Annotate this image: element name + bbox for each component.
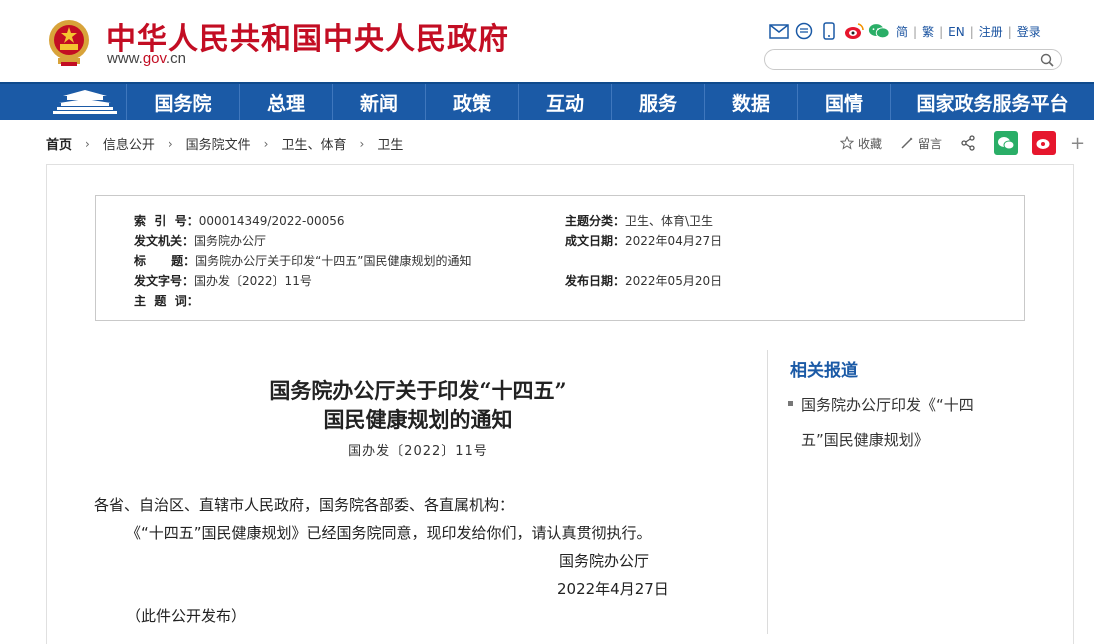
- chevron-right-icon: ›: [85, 136, 90, 151]
- lang-english-link[interactable]: EN: [948, 25, 965, 39]
- share-weibo-button[interactable]: [1032, 131, 1057, 155]
- article-publication-note: （此件公开发布）: [126, 607, 247, 625]
- star-icon: [840, 136, 854, 150]
- login-link[interactable]: 登录: [1017, 23, 1041, 40]
- weibo-icon: [1036, 139, 1050, 149]
- meta-date-value: 2022年04月27日: [625, 234, 723, 248]
- search-input[interactable]: [764, 49, 1062, 70]
- article-salutation: 各省、自治区、直辖市人民政府，国务院各部委、各直属机构：: [94, 496, 515, 514]
- meta-title-label: 标 题：: [134, 254, 196, 268]
- nav-item-state-council[interactable]: 国务院: [126, 84, 239, 120]
- share-button[interactable]: [960, 135, 980, 151]
- nav-item-interaction[interactable]: 互动: [518, 84, 611, 120]
- nav-item-news[interactable]: 新闻: [332, 84, 425, 120]
- article-body: 《“十四五”国民健康规划》已经国务院同意，现印发给你们，请认真贯彻执行。: [126, 524, 652, 542]
- meta-topic-label: 主题分类：: [565, 214, 626, 228]
- breadcrumb-home[interactable]: 首页: [46, 134, 72, 153]
- lang-traditional-link[interactable]: 繁: [922, 23, 934, 40]
- mail-icon[interactable]: [768, 21, 790, 41]
- meta-docno-label: 发文字号：: [134, 274, 195, 288]
- tiananmen-icon: [53, 90, 117, 114]
- nav-home-button[interactable]: [44, 84, 126, 120]
- related-item-line-1: 国务院办公厅印发《“十四: [788, 388, 1008, 423]
- mobile-icon[interactable]: [818, 21, 840, 41]
- nav-item-policy[interactable]: 政策: [425, 84, 518, 120]
- nav-items: 国务院 总理 新闻 政策 互动 服务 数据 国情 国家政务服务平台: [126, 84, 1094, 120]
- related-divider: [767, 350, 768, 634]
- breadcrumb-state-council-docs[interactable]: 国务院文件: [186, 134, 251, 153]
- breadcrumb-info-public[interactable]: 信息公开: [103, 134, 155, 153]
- meta-title-row: 标 题： 国务院办公厅关于印发“十四五”国民健康规划的通知: [134, 252, 472, 269]
- site-url: www.gov.cn: [107, 50, 186, 67]
- article-title-line-1: 国务院办公厅关于印发“十四五”: [269, 378, 567, 403]
- nav-item-data[interactable]: 数据: [704, 84, 797, 120]
- breadcrumb: 首页 › 信息公开 › 国务院文件 › 卫生、体育 › 卫生: [46, 134, 403, 154]
- article-title: 国务院办公厅关于印发“十四五” 国民健康规划的通知: [140, 376, 696, 434]
- pencil-icon: [901, 137, 913, 149]
- comment-label: 留言: [918, 136, 943, 151]
- share-icon: [961, 135, 975, 151]
- related-item[interactable]: 国务院办公厅印发《“十四 五”国民健康规划》: [788, 388, 1008, 458]
- breadcrumb-health[interactable]: 卫生: [377, 134, 403, 153]
- favorite-label: 收藏: [858, 136, 883, 151]
- article-doc-number: 国办发〔2022〕11号: [348, 444, 488, 459]
- lang-simplified-link[interactable]: 简: [896, 23, 908, 40]
- meta-docno-value: 国办发〔2022〕11号: [194, 274, 312, 288]
- nav-item-services[interactable]: 服务: [611, 84, 704, 120]
- more-share-button[interactable]: +: [1070, 133, 1085, 154]
- url-cn: .cn: [165, 50, 186, 67]
- register-link[interactable]: 注册: [979, 23, 1003, 40]
- search-icon[interactable]: [1039, 52, 1055, 68]
- url-www: www.: [107, 50, 143, 67]
- weibo-icon[interactable]: [843, 21, 865, 41]
- meta-publish-value: 2022年05月20日: [625, 274, 723, 288]
- nav-item-gov-service-platform[interactable]: 国家政务服务平台: [890, 84, 1094, 120]
- meta-topic-value: 卫生、体育\卫生: [625, 214, 714, 228]
- share-wechat-button[interactable]: [994, 131, 1019, 155]
- chevron-right-icon: ›: [359, 136, 365, 151]
- meta-title-value: 国务院办公厅关于印发“十四五”国民健康规划的通知: [195, 254, 472, 268]
- document-metadata-table: 索 引 号： 000014349/2022-00056 主题分类： 卫生、体育\…: [95, 195, 1025, 321]
- meta-publish-label: 发布日期：: [565, 274, 626, 288]
- meta-keywords-label: 主 题 词：: [134, 294, 199, 308]
- meta-publish-row: 发布日期： 2022年05月20日: [565, 272, 722, 289]
- national-emblem-icon[interactable]: [46, 18, 92, 68]
- nav-item-premier[interactable]: 总理: [239, 84, 332, 120]
- article-title-line-2: 国民健康规划的通知: [323, 407, 513, 432]
- meta-issuer-value: 国务院办公厅: [194, 234, 267, 248]
- meta-issuer-row: 发文机关： 国务院办公厅: [134, 232, 266, 249]
- message-icon[interactable]: [793, 21, 815, 41]
- language-links: 简 | 繁 | EN | 注册 | 登录: [896, 23, 1041, 40]
- article-signer: 国务院办公厅: [559, 552, 650, 570]
- related-item-line-2: 五”国民健康规划》: [801, 431, 929, 449]
- site-header: 中华人民共和国中央人民政府 www.gov.cn 简 | 繁 | EN | 注册 | 登…: [0, 0, 1094, 82]
- main-nav: 国务院 总理 新闻 政策 互动 服务 数据 国情 国家政务服务平台: [0, 82, 1094, 120]
- bullet-icon: [788, 401, 793, 406]
- breadcrumb-health-sports[interactable]: 卫生、体育: [281, 134, 346, 153]
- article-sign-date: 2022年4月27日: [557, 580, 669, 598]
- chevron-right-icon: ›: [263, 136, 269, 151]
- meta-issuer-label: 发文机关：: [134, 234, 195, 248]
- wechat-icon[interactable]: [868, 21, 890, 41]
- nav-item-national-info[interactable]: 国情: [797, 84, 890, 120]
- url-gov: gov: [142, 50, 166, 67]
- meta-index-row: 索 引 号： 000014349/2022-00056: [134, 212, 345, 229]
- meta-date-row: 成文日期： 2022年04月27日: [565, 232, 722, 249]
- meta-date-label: 成文日期：: [565, 234, 626, 248]
- wechat-icon: [998, 137, 1015, 150]
- meta-index-value: 000014349/2022-00056: [198, 213, 345, 228]
- related-title: 相关报道: [790, 361, 858, 381]
- chevron-right-icon: ›: [167, 136, 173, 151]
- top-icon-links: [768, 20, 893, 42]
- page-tools: 收藏 留言 +: [840, 130, 1085, 156]
- meta-keywords-row: 主 题 词：: [134, 292, 199, 309]
- meta-docno-row: 发文字号： 国办发〔2022〕11号: [134, 272, 312, 289]
- meta-index-label: 索 引 号：: [134, 214, 199, 228]
- meta-topic-row: 主题分类： 卫生、体育\卫生: [565, 212, 713, 229]
- comment-button[interactable]: 留言: [900, 135, 942, 152]
- favorite-button[interactable]: 收藏: [840, 135, 882, 152]
